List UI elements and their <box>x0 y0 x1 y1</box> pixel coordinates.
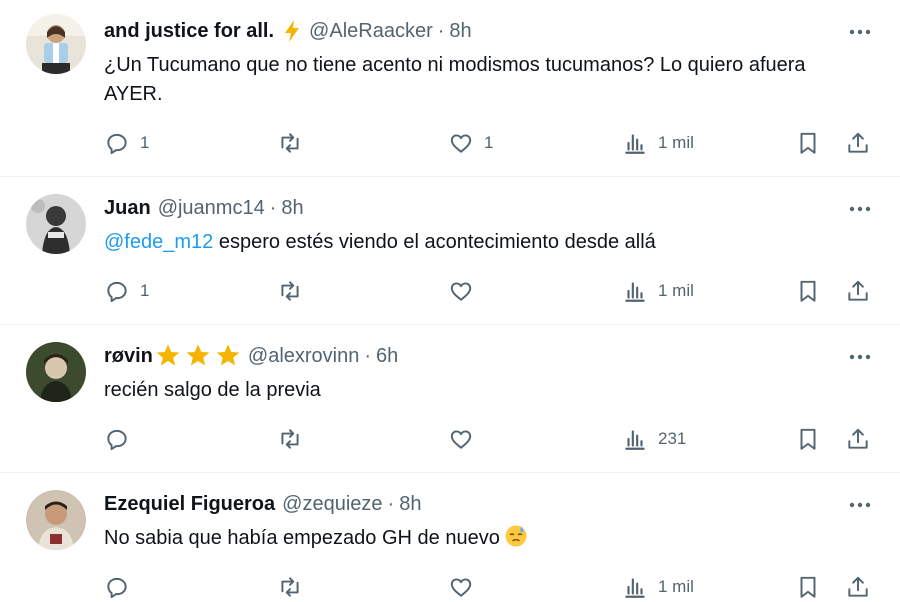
tweet[interactable]: Ezequiel Figueroa @zequieze · 8h No sabi… <box>0 473 900 600</box>
star-emoji-icon <box>155 343 241 369</box>
reply-icon <box>104 574 130 600</box>
views-button[interactable]: 231 <box>622 424 686 454</box>
bookmark-icon <box>795 574 821 600</box>
share-button[interactable] <box>845 128 871 158</box>
tweet-header: røvin @alexrovinn · 6h <box>104 341 398 371</box>
share-button[interactable] <box>845 424 871 454</box>
tweet[interactable]: Juan @juanmc14 · 8h @fede_m12 espero est… <box>0 177 900 325</box>
tweet-text: No sabia que había empezado GH de nuevo <box>104 524 864 557</box>
separator-dot: · <box>269 196 277 219</box>
bookmark-button[interactable] <box>795 128 821 158</box>
more-icon[interactable] <box>846 345 874 369</box>
repost-icon <box>277 574 303 600</box>
downcast-face-with-sweat-emoji-icon <box>504 524 528 557</box>
bookmark-icon <box>795 426 821 452</box>
tweet[interactable]: and justice for all. @AleRaacker · 8h ¿U… <box>0 0 900 177</box>
lightning-emoji-icon <box>282 19 302 43</box>
separator-dot: · <box>364 344 372 367</box>
reply-button[interactable] <box>104 424 140 454</box>
reply-count: 1 <box>140 133 150 152</box>
tweet-header: Juan @juanmc14 · 8h <box>104 193 304 223</box>
user-handle[interactable]: @juanmc14 <box>158 197 265 220</box>
avatar[interactable] <box>26 342 86 402</box>
reply-button[interactable]: 1 <box>104 276 149 306</box>
like-button[interactable]: 1 <box>448 128 493 158</box>
tweet-text: recién salgo de la previa <box>104 379 321 401</box>
avatar[interactable] <box>26 194 86 254</box>
repost-icon <box>277 130 303 156</box>
avatar[interactable] <box>26 490 86 550</box>
share-icon <box>845 426 871 452</box>
repost-button[interactable] <box>277 572 313 602</box>
views-icon <box>622 278 648 304</box>
reply-button[interactable]: 1 <box>104 128 149 158</box>
share-icon <box>845 574 871 600</box>
user-handle[interactable]: @alexrovinn <box>248 345 359 368</box>
display-name[interactable]: røvin <box>104 345 153 368</box>
tweet[interactable]: røvin @alexrovinn · 6h recién salgo de l… <box>0 325 900 473</box>
views-count: 231 <box>658 429 687 448</box>
reply-icon <box>104 130 130 156</box>
tweet-header: Ezequiel Figueroa @zequieze · 8h <box>104 489 421 519</box>
repost-button[interactable] <box>277 276 313 306</box>
tweet-text-body: espero estés viendo el acontecimiento de… <box>213 231 656 253</box>
views-icon <box>622 574 648 600</box>
display-name[interactable]: and justice for all. <box>104 20 274 43</box>
views-count: 1 mil <box>658 281 694 300</box>
timestamp[interactable]: 8h <box>281 197 303 220</box>
tweet-text: ¿Un Tucumano que no tiene acento ni modi… <box>104 54 806 105</box>
avatar[interactable] <box>26 14 86 74</box>
bookmark-button[interactable] <box>795 424 821 454</box>
timestamp[interactable]: 8h <box>449 20 471 43</box>
timestamp[interactable]: 6h <box>376 345 398 368</box>
like-icon <box>448 426 474 452</box>
mention-link[interactable]: @fede_m12 <box>104 231 213 253</box>
share-button[interactable] <box>845 276 871 306</box>
more-icon[interactable] <box>846 197 874 221</box>
like-icon <box>448 130 474 156</box>
views-icon <box>622 426 648 452</box>
bookmark-button[interactable] <box>795 572 821 602</box>
timestamp[interactable]: 8h <box>399 493 421 516</box>
reply-button[interactable] <box>104 572 140 602</box>
views-button[interactable]: 1 mil <box>622 276 694 306</box>
repost-button[interactable] <box>277 128 313 158</box>
separator-dot: · <box>437 19 445 42</box>
more-icon[interactable] <box>846 493 874 517</box>
views-count: 1 mil <box>658 133 694 152</box>
more-icon[interactable] <box>846 20 874 44</box>
views-button[interactable]: 1 mil <box>622 128 694 158</box>
separator-dot: · <box>387 492 395 515</box>
share-icon <box>845 130 871 156</box>
user-handle[interactable]: @AleRaacker <box>309 20 433 43</box>
bookmark-button[interactable] <box>795 276 821 306</box>
reply-icon <box>104 278 130 304</box>
bookmark-icon <box>795 130 821 156</box>
like-count: 1 <box>484 133 494 152</box>
repost-button[interactable] <box>277 424 313 454</box>
tweet-text: @fede_m12 espero estés viendo el acontec… <box>104 228 864 257</box>
like-button[interactable] <box>448 424 484 454</box>
share-button[interactable] <box>845 572 871 602</box>
user-handle[interactable]: @zequieze <box>282 493 382 516</box>
like-button[interactable] <box>448 276 484 306</box>
tweet-text-body: No sabia que había empezado GH de nuevo <box>104 527 500 549</box>
like-icon <box>448 574 474 600</box>
like-icon <box>448 278 474 304</box>
repost-icon <box>277 426 303 452</box>
reply-icon <box>104 426 130 452</box>
bookmark-icon <box>795 278 821 304</box>
views-button[interactable]: 1 mil <box>622 572 694 602</box>
tweet-header: and justice for all. @AleRaacker · 8h <box>104 16 472 46</box>
views-count: 1 mil <box>658 577 694 596</box>
like-button[interactable] <box>448 572 484 602</box>
reply-count: 1 <box>140 281 150 300</box>
views-icon <box>622 130 648 156</box>
share-icon <box>845 278 871 304</box>
display-name[interactable]: Ezequiel Figueroa <box>104 493 275 516</box>
display-name[interactable]: Juan <box>104 197 151 220</box>
repost-icon <box>277 278 303 304</box>
reply-feed: and justice for all. @AleRaacker · 8h ¿U… <box>0 0 900 600</box>
